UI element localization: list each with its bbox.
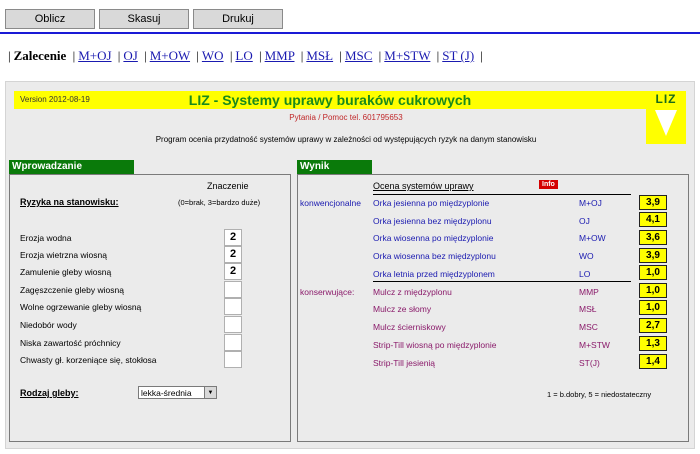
scale-hint: (0=brak, 3=bardzo duże) bbox=[178, 198, 261, 207]
calc-button[interactable]: Oblicz bbox=[5, 9, 95, 29]
system-name: Orka jesienna po międzyplonie bbox=[373, 198, 490, 208]
system-score: 1,3 bbox=[639, 336, 667, 351]
result-panel: Ocena systemów uprawy Info konwencjonaln… bbox=[297, 174, 689, 442]
nav-link-m-oj[interactable]: M+OJ bbox=[78, 48, 111, 63]
program-description: Program ocenia przydatność systemów upra… bbox=[155, 135, 537, 144]
nav-link-st-j[interactable]: ST (J) bbox=[442, 48, 474, 63]
system-score: 2,7 bbox=[639, 318, 667, 333]
system-code: LO bbox=[579, 269, 591, 279]
soil-type-select[interactable]: lekka-średnia ▼ bbox=[138, 386, 217, 399]
nav-link-wo[interactable]: WO bbox=[202, 48, 224, 63]
risk-value-input[interactable]: 2 bbox=[224, 229, 242, 246]
result-heading: Wynik bbox=[297, 160, 372, 174]
print-button[interactable]: Drukuj bbox=[193, 9, 283, 29]
system-score: 3,6 bbox=[639, 230, 667, 245]
system-score: 4,1 bbox=[639, 212, 667, 227]
system-code: M+OJ bbox=[579, 198, 602, 208]
risk-value-input[interactable] bbox=[224, 298, 242, 315]
risk-value-input[interactable] bbox=[224, 281, 242, 298]
risk-label: Erozja wietrzna wiosną bbox=[20, 250, 107, 260]
info-button[interactable]: Info bbox=[539, 180, 558, 189]
system-name: Orka jesienna bez międzyplonu bbox=[373, 216, 492, 226]
input-heading: Wprowadzanie bbox=[9, 160, 134, 174]
risk-value-input[interactable] bbox=[224, 351, 242, 368]
group-conservation-label: konserwujące: bbox=[300, 287, 355, 297]
nav-link-msc[interactable]: MSC bbox=[345, 48, 372, 63]
nav-link-lo[interactable]: LO bbox=[235, 48, 252, 63]
risk-label: Zamulenie gleby wiosną bbox=[20, 267, 112, 277]
risk-label: Niska zawartość próchnicy bbox=[20, 338, 121, 348]
risk-label: Erozja wodna bbox=[20, 233, 72, 243]
logo-text: LIZ bbox=[655, 92, 677, 106]
group-conventional-label: konwencjonalne bbox=[300, 198, 361, 208]
system-name: Mulcz ścierniskowy bbox=[373, 322, 446, 332]
risks-label: Ryzyka na stanowisku: bbox=[20, 197, 119, 207]
system-code: WO bbox=[579, 251, 594, 261]
group-divider bbox=[373, 281, 631, 282]
system-code: MSC bbox=[579, 322, 598, 332]
risk-value-input[interactable] bbox=[224, 334, 242, 351]
main-panel: Version 2012-08-19 LIZ - Systemy uprawy … bbox=[5, 81, 695, 449]
nav-current: Zalecenie bbox=[13, 48, 67, 63]
system-code: ST(J) bbox=[579, 358, 600, 368]
nav-link-mmp[interactable]: MMP bbox=[265, 48, 295, 63]
input-panel: Znaczenie Ryzyka na stanowisku: (0=brak,… bbox=[9, 174, 291, 442]
risk-label: Wolne ogrzewanie gleby wiosną bbox=[20, 302, 142, 312]
page-title: LIZ - Systemy uprawy buraków cukrowych bbox=[188, 92, 472, 108]
risk-value-input[interactable]: 2 bbox=[224, 263, 242, 280]
system-name: Strip-Till jesienią bbox=[373, 358, 436, 368]
system-name: Orka letnia przed międzyplonem bbox=[373, 269, 495, 279]
nav-link-m-stw[interactable]: M+STW bbox=[384, 48, 430, 63]
soil-type-label: Rodzaj gleby: bbox=[20, 388, 79, 398]
risk-label: Chwasty gł. korzeniące się, stokłosa bbox=[20, 355, 157, 365]
system-score: 1,0 bbox=[639, 265, 667, 280]
nav-link-msl[interactable]: MSŁ bbox=[306, 48, 333, 63]
system-code: M+OW bbox=[579, 233, 606, 243]
nav-bar: | Zalecenie | M+OJ | OJ | M+OW | WO | LO | MMP … bbox=[8, 48, 484, 63]
nav-link-oj[interactable]: OJ bbox=[123, 48, 137, 63]
toolbar-divider bbox=[0, 32, 700, 34]
system-name: Orka wiosenna bez międzyplonu bbox=[373, 251, 496, 261]
risk-value-input[interactable]: 2 bbox=[224, 246, 242, 263]
system-name: Strip-Till wiosną po międzyplonie bbox=[373, 340, 497, 350]
risk-label: Niedobór wody bbox=[20, 320, 77, 330]
system-code: OJ bbox=[579, 216, 590, 226]
system-code: MSŁ bbox=[579, 304, 597, 314]
risk-label: Zagęszczenie gleby wiosną bbox=[20, 285, 124, 295]
system-score: 1,4 bbox=[639, 354, 667, 369]
contact-line: Pytania / Pomoc tel. 601795653 bbox=[289, 113, 403, 122]
system-name: Orka wiosenna po międzyplonie bbox=[373, 233, 494, 243]
system-score: 1,0 bbox=[639, 300, 667, 315]
system-name: Mulcz z międzyplonu bbox=[373, 287, 452, 297]
score-legend: 1 = b.dobry, 5 = niedostateczny bbox=[547, 390, 652, 399]
nav-link-m-ow[interactable]: M+OW bbox=[150, 48, 190, 63]
system-code: M+STW bbox=[579, 340, 610, 350]
soil-type-value: lekka-średnia bbox=[141, 388, 192, 398]
system-code: MMP bbox=[579, 287, 599, 297]
result-title-underline bbox=[373, 194, 631, 195]
title-bar: Version 2012-08-19 LIZ - Systemy uprawy … bbox=[14, 91, 646, 109]
input-column-title: Znaczenie bbox=[207, 181, 249, 191]
system-name: Mulcz ze słomy bbox=[373, 304, 432, 314]
risk-value-input[interactable] bbox=[224, 316, 242, 333]
system-score: 3,9 bbox=[639, 248, 667, 263]
system-score: 3,9 bbox=[639, 195, 667, 210]
result-column-title: Ocena systemów uprawy bbox=[373, 181, 474, 191]
clear-button[interactable]: Skasuj bbox=[99, 9, 189, 29]
chevron-down-icon[interactable]: ▼ bbox=[204, 387, 216, 398]
system-score: 1,0 bbox=[639, 283, 667, 298]
